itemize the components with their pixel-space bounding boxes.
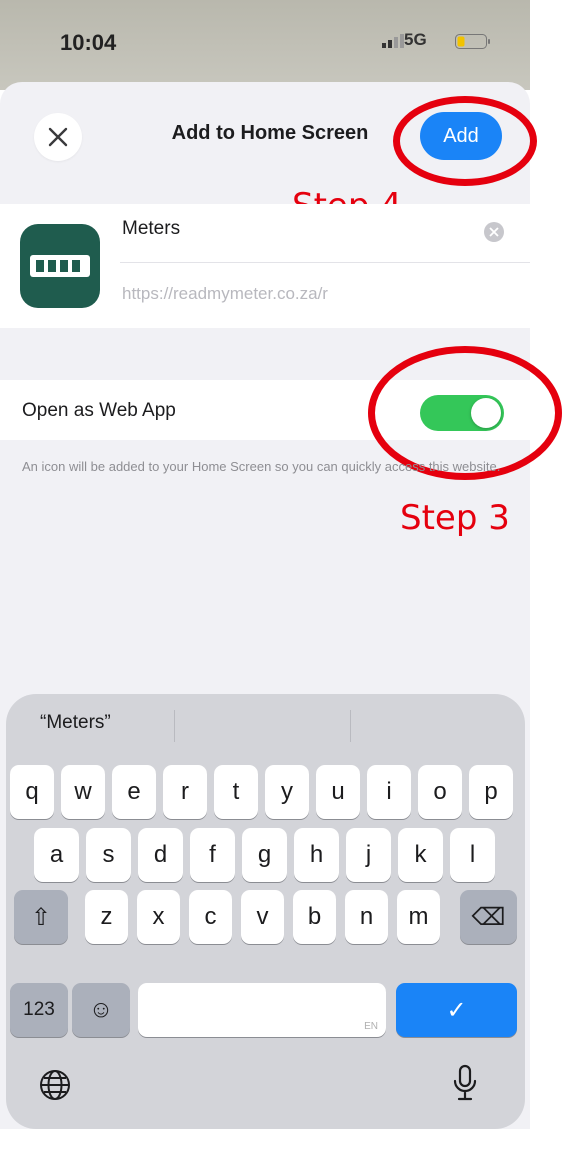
sheet-title: Add to Home Screen: [171, 122, 369, 144]
key-y[interactable]: y: [265, 765, 309, 819]
key-d[interactable]: d: [138, 828, 183, 882]
space-language: EN: [364, 1021, 378, 1032]
close-button[interactable]: [34, 113, 82, 161]
key-g[interactable]: g: [242, 828, 287, 882]
network-label: 5G: [404, 30, 427, 49]
home-indicator: [0, 1129, 530, 1150]
shift-key[interactable]: ⇧: [14, 890, 68, 944]
web-app-footnote: An icon will be added to your Home Scree…: [22, 459, 501, 474]
key-z[interactable]: z: [85, 890, 128, 944]
key-s[interactable]: s: [86, 828, 131, 882]
return-key[interactable]: ✓: [396, 983, 517, 1037]
annotation-ring-add: [393, 96, 537, 186]
battery-icon: [455, 34, 490, 49]
key-v[interactable]: v: [241, 890, 284, 944]
key-t[interactable]: t: [214, 765, 258, 819]
space-key[interactable]: EN: [138, 983, 386, 1037]
step-3-label: Step 3: [400, 498, 510, 538]
suggestion-divider: [350, 710, 351, 742]
key-p[interactable]: p: [469, 765, 513, 819]
key-r[interactable]: r: [163, 765, 207, 819]
numbers-key[interactable]: 123: [10, 983, 68, 1037]
meter-icon: [30, 255, 90, 277]
signal-icon: [382, 34, 404, 48]
key-c[interactable]: c: [189, 890, 232, 944]
name-field[interactable]: Meters: [122, 218, 180, 240]
emoji-key[interactable]: ☺: [72, 983, 130, 1037]
key-w[interactable]: w: [61, 765, 105, 819]
key-o[interactable]: o: [418, 765, 462, 819]
card-divider: [120, 262, 530, 263]
url-field: https://readmymeter.co.za/r: [122, 284, 328, 303]
key-m[interactable]: m: [397, 890, 440, 944]
key-x[interactable]: x: [137, 890, 180, 944]
status-time: 10:04: [60, 30, 117, 55]
key-k[interactable]: k: [398, 828, 443, 882]
delete-key[interactable]: ⌫: [460, 890, 517, 944]
key-h[interactable]: h: [294, 828, 339, 882]
suggestion-divider: [174, 710, 175, 742]
key-j[interactable]: j: [346, 828, 391, 882]
key-i[interactable]: i: [367, 765, 411, 819]
key-q[interactable]: q: [10, 765, 54, 819]
key-n[interactable]: n: [345, 890, 388, 944]
web-app-label: Open as Web App: [22, 400, 176, 421]
key-a[interactable]: a: [34, 828, 79, 882]
globe-icon[interactable]: [38, 1068, 72, 1102]
key-u[interactable]: u: [316, 765, 360, 819]
key-l[interactable]: l: [450, 828, 495, 882]
key-f[interactable]: f: [190, 828, 235, 882]
microphone-icon[interactable]: [451, 1064, 479, 1104]
close-icon: [48, 127, 68, 147]
app-icon: [20, 224, 100, 308]
keyboard-suggestion[interactable]: “Meters”: [40, 712, 111, 734]
key-e[interactable]: e: [112, 765, 156, 819]
key-b[interactable]: b: [293, 890, 336, 944]
clear-text-icon[interactable]: [484, 222, 504, 242]
